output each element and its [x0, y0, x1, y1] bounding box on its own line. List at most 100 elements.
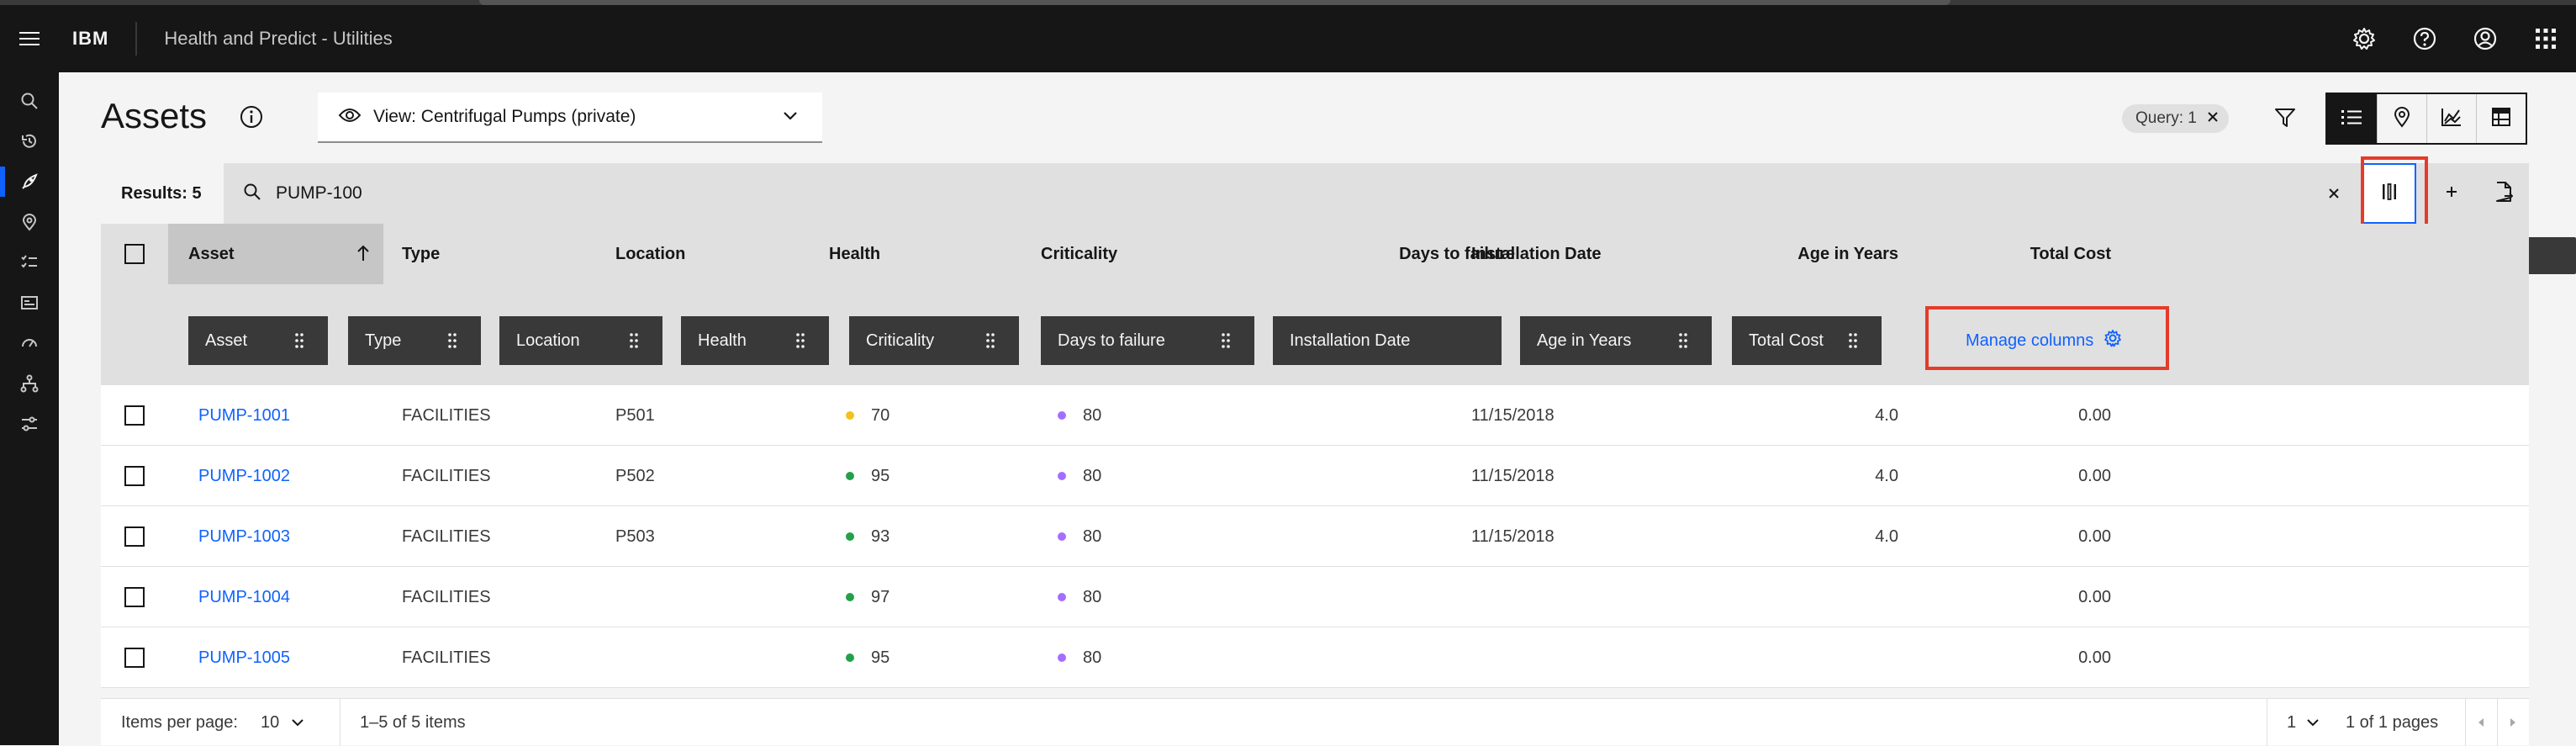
- column-header-age[interactable]: Age in Years: [1698, 224, 1898, 284]
- user-avatar-icon[interactable]: [2455, 5, 2515, 72]
- close-icon[interactable]: [2207, 109, 2219, 128]
- table-header-row: Asset Type Location Health Criticality D…: [101, 224, 2529, 284]
- add-icon: [2444, 184, 2459, 204]
- drag-handle-icon[interactable]: [1221, 332, 1231, 354]
- page-title: Assets: [101, 96, 208, 135]
- app-switcher-icon[interactable]: [2515, 5, 2576, 72]
- assets-table: Asset Type Location Health Criticality D…: [101, 224, 2529, 688]
- row-checkbox[interactable]: [124, 405, 145, 426]
- rocket-icon[interactable]: [0, 161, 59, 202]
- chart-line-icon: [2441, 107, 2463, 131]
- asset-link[interactable]: PUMP-1005: [198, 648, 290, 668]
- health-value: 95: [871, 466, 890, 485]
- history-icon[interactable]: [0, 121, 59, 161]
- location-pin-icon: [2393, 106, 2411, 132]
- chip-label: Criticality: [866, 331, 935, 350]
- side-navigation: [0, 72, 59, 745]
- information-icon[interactable]: [239, 104, 264, 130]
- view-selector-label: View: Centrifugal Pumps (private): [373, 107, 636, 126]
- table-row[interactable]: PUMP-1002 FACILITIES P502 95 80 11/15/2018 4.0…: [101, 446, 2529, 506]
- total-cost-cell: 0.00: [2078, 405, 2111, 425]
- drag-handle-icon[interactable]: [294, 332, 304, 354]
- column-chip-type[interactable]: Type: [348, 316, 481, 365]
- brand-name[interactable]: IBM: [59, 28, 135, 50]
- column-chip-installation-date[interactable]: Installation Date: [1273, 316, 1502, 365]
- table-body: PUMP-1001 FACILITIES P501 70 80 11/15/2018 4.0…: [101, 385, 2529, 688]
- drag-handle-icon[interactable]: [447, 332, 457, 354]
- column-header-asset[interactable]: Asset: [168, 224, 383, 284]
- select-all-checkbox[interactable]: [124, 244, 145, 264]
- previous-page-button[interactable]: [2465, 699, 2497, 746]
- gear-icon[interactable]: [2334, 5, 2394, 72]
- map-view-button[interactable]: [2376, 94, 2426, 143]
- page-select[interactable]: 1: [2287, 699, 2320, 746]
- pagination-bar: Items per page: 10 1–5 of 5 items 1 1 of…: [101, 698, 2529, 746]
- column-chip-asset[interactable]: Asset: [188, 316, 328, 365]
- arrow-up-icon: [356, 244, 370, 267]
- asset-link[interactable]: PUMP-1003: [198, 527, 290, 547]
- table-row[interactable]: PUMP-1001 FACILITIES P501 70 80 11/15/2018 4.0…: [101, 385, 2529, 446]
- column-header-installation-date[interactable]: Installation Date: [1471, 224, 1601, 284]
- clear-search-icon[interactable]: [2320, 180, 2347, 207]
- list-view-button[interactable]: [2327, 94, 2377, 143]
- column-chip-location[interactable]: Location: [499, 316, 662, 365]
- manage-columns-button[interactable]: [2362, 163, 2416, 224]
- criticality-status-dot: [1058, 411, 1066, 420]
- drag-handle-icon[interactable]: [1848, 332, 1858, 354]
- search-input[interactable]: [276, 177, 2378, 210]
- row-checkbox[interactable]: [124, 587, 145, 607]
- table-row[interactable]: PUMP-1003 FACILITIES P503 93 80 11/15/2018 4.0…: [101, 506, 2529, 567]
- product-name[interactable]: Health and Predict - Utilities: [137, 28, 392, 50]
- column-chip-health[interactable]: Health: [681, 316, 829, 365]
- query-tag[interactable]: Query: 1: [2122, 104, 2229, 133]
- column-chip-criticality[interactable]: Criticality: [849, 316, 1019, 365]
- row-checkbox-cell: [124, 446, 145, 506]
- column-header-criticality[interactable]: Criticality: [1041, 224, 1117, 284]
- hamburger-menu-icon[interactable]: [0, 5, 59, 72]
- asset-link[interactable]: PUMP-1001: [198, 406, 290, 426]
- row-checkbox[interactable]: [124, 526, 145, 547]
- checklist-icon[interactable]: [0, 242, 59, 283]
- add-button[interactable]: [2425, 163, 2478, 224]
- chart-view-button[interactable]: [2426, 94, 2476, 143]
- view-selector-dropdown[interactable]: View: Centrifugal Pumps (private): [318, 93, 822, 143]
- asset-link[interactable]: PUMP-1004: [198, 588, 290, 607]
- criticality-cell: 80: [1058, 567, 1101, 627]
- help-icon[interactable]: [2394, 5, 2455, 72]
- criticality-status-dot: [1058, 532, 1066, 541]
- column-header-total-cost[interactable]: Total Cost: [1942, 224, 2111, 284]
- id-card-icon[interactable]: [0, 283, 59, 323]
- health-status-dot: [846, 653, 854, 662]
- criticality-status-dot: [1058, 653, 1066, 662]
- column-header-health[interactable]: Health: [829, 224, 880, 284]
- export-button[interactable]: [2477, 163, 2531, 224]
- drag-handle-icon[interactable]: [985, 332, 995, 354]
- drag-handle-icon[interactable]: [629, 332, 639, 354]
- table-row[interactable]: PUMP-1005 FACILITIES 95 80 0.00: [101, 627, 2529, 688]
- column-chip-total-cost[interactable]: Total Cost: [1732, 316, 1882, 365]
- column-header-type[interactable]: Type: [402, 224, 440, 284]
- table-row[interactable]: PUMP-1004 FACILITIES 97 80 0.00: [101, 567, 2529, 627]
- health-value: 93: [871, 526, 890, 546]
- settings-adjust-icon[interactable]: [0, 404, 59, 444]
- search-icon[interactable]: [0, 81, 59, 121]
- meter-icon[interactable]: [0, 323, 59, 363]
- row-checkbox[interactable]: [124, 648, 145, 668]
- column-chip-age-in-years[interactable]: Age in Years: [1520, 316, 1712, 365]
- asset-link[interactable]: PUMP-1002: [198, 467, 290, 486]
- chevron-down-icon: [2306, 713, 2320, 733]
- location-icon[interactable]: [0, 202, 59, 242]
- manage-columns-link[interactable]: Manage columns: [1966, 316, 2122, 365]
- hierarchy-icon[interactable]: [0, 363, 59, 404]
- table-icon: [2491, 107, 2511, 131]
- column-header-location[interactable]: Location: [615, 224, 685, 284]
- next-page-button[interactable]: [2497, 699, 2529, 746]
- column-chip-days-to-failure[interactable]: Days to failure: [1041, 316, 1254, 365]
- table-view-button[interactable]: [2475, 94, 2526, 143]
- row-checkbox[interactable]: [124, 466, 145, 486]
- drag-handle-icon[interactable]: [1678, 332, 1688, 354]
- items-per-page-select[interactable]: 10: [261, 699, 304, 746]
- health-status-dot: [846, 472, 854, 480]
- drag-handle-icon[interactable]: [795, 332, 805, 354]
- filter-button[interactable]: [2262, 96, 2309, 143]
